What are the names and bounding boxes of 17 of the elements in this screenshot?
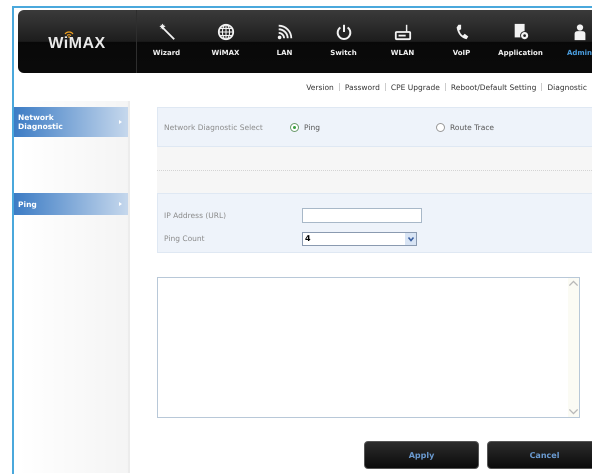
- router-icon: [394, 23, 412, 41]
- scrollbar[interactable]: [568, 278, 579, 417]
- output-text-area[interactable]: [157, 277, 580, 418]
- wimax-logo: WiMAX: [18, 10, 137, 73]
- document-gear-icon: [512, 23, 530, 41]
- cancel-button[interactable]: Cancel: [487, 441, 592, 469]
- input-field[interactable]: [302, 208, 422, 223]
- wand-icon: [158, 23, 176, 41]
- scroll-up-icon[interactable]: [568, 278, 579, 289]
- apply-button[interactable]: Apply: [364, 441, 479, 469]
- dropdown[interactable]: 4: [302, 232, 417, 246]
- wifi-icon: [64, 30, 74, 38]
- signal-icon: [276, 23, 294, 41]
- power-icon: [334, 23, 352, 41]
- globe-icon: [216, 23, 234, 41]
- chevron-down-icon[interactable]: [406, 234, 414, 242]
- scroll-down-icon[interactable]: [568, 406, 579, 417]
